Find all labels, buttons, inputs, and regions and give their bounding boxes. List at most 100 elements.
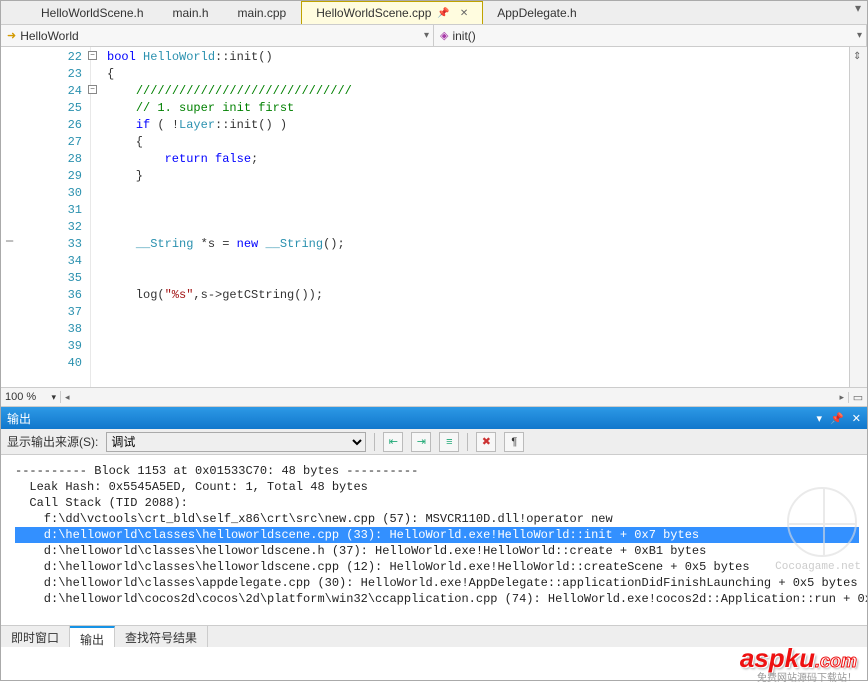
scope-label: HelloWorld bbox=[20, 29, 78, 43]
tab-find-symbol-results[interactable]: 查找符号结果 bbox=[115, 626, 208, 647]
output-line[interactable]: Leak Hash: 0x5545A5ED, Count: 1, Total 4… bbox=[15, 479, 859, 495]
line-number: 25 bbox=[1, 100, 90, 117]
line-number: 26 bbox=[1, 117, 90, 134]
close-icon[interactable]: ✕ bbox=[852, 412, 861, 425]
wrap-button[interactable]: ¶ bbox=[504, 432, 524, 452]
split-icon[interactable]: ⇕ bbox=[853, 51, 861, 62]
tab-helloworldscene-h[interactable]: HelloWorldScene.h bbox=[27, 1, 159, 24]
site-slogan: 免费网站源码下载站！ bbox=[757, 669, 857, 684]
code-line[interactable] bbox=[107, 304, 867, 321]
output-line[interactable]: d:\helloworld\classes\helloworldscene.h … bbox=[15, 543, 859, 559]
output-panel-title: 输出 ▾ 📌 ✕ bbox=[1, 407, 867, 429]
watermark-text: Cocoagame.net bbox=[775, 561, 861, 573]
file-tabbar: HelloWorldScene.h main.h main.cpp HelloW… bbox=[1, 1, 867, 25]
tab-overflow-dropdown[interactable]: ▾ bbox=[849, 1, 867, 24]
line-number: 31 bbox=[1, 202, 90, 219]
line-number: 39 bbox=[1, 338, 90, 355]
class-icon: ➜ bbox=[7, 29, 16, 42]
watermark-logo bbox=[787, 487, 857, 557]
arrow-right-icon[interactable]: ▸ bbox=[839, 392, 844, 403]
line-number: 38 bbox=[1, 321, 90, 338]
pin-icon[interactable]: 📌 bbox=[437, 8, 449, 19]
output-source-label: 显示输出来源(S): bbox=[7, 433, 98, 450]
output-line[interactable]: d:\helloworld\classes\helloworldscene.cp… bbox=[15, 559, 859, 575]
code-editor[interactable]: −− 222324252627282930313233−343536373839… bbox=[1, 47, 867, 387]
line-number: 36 bbox=[1, 287, 90, 304]
code-line[interactable]: __String *s = new __String(); bbox=[107, 236, 867, 253]
tab-appdelegate-h[interactable]: AppDelegate.h bbox=[483, 1, 591, 24]
indent-left-button[interactable]: ⇤ bbox=[383, 432, 403, 452]
code-line[interactable]: // 1. super init first bbox=[107, 100, 867, 117]
member-label: init() bbox=[452, 29, 475, 43]
clear-button[interactable]: ✖ bbox=[476, 432, 496, 452]
code-area[interactable]: bool HelloWorld::init(){ ///////////////… bbox=[91, 47, 867, 387]
chevron-down-icon: ▾ bbox=[51, 392, 56, 403]
code-line[interactable] bbox=[107, 321, 867, 338]
output-line[interactable]: ---------- Block 1153 at 0x01533C70: 48 … bbox=[15, 463, 859, 479]
code-line[interactable] bbox=[107, 338, 867, 355]
zoom-value: 100 % bbox=[5, 391, 36, 403]
code-line[interactable] bbox=[107, 270, 867, 287]
output-line[interactable]: d:\helloworld\cocos2d\cocos\2d\platform\… bbox=[15, 591, 859, 607]
bottom-tabbar: 即时窗口 输出 查找符号结果 bbox=[1, 625, 867, 647]
code-line[interactable]: } bbox=[107, 168, 867, 185]
zoom-selector[interactable]: 100 % ▾ bbox=[1, 391, 61, 403]
line-number: 30 bbox=[1, 185, 90, 202]
line-number: 40 bbox=[1, 355, 90, 372]
code-line[interactable]: ////////////////////////////// bbox=[107, 83, 867, 100]
output-line[interactable]: Call Stack (TID 2088): bbox=[15, 495, 859, 511]
line-number: 23 bbox=[1, 66, 90, 83]
tab-helloworldscene-cpp[interactable]: HelloWorldScene.cpp 📌 ✕ bbox=[301, 1, 483, 24]
tab-main-h[interactable]: main.h bbox=[159, 1, 224, 24]
output-title-label: 输出 bbox=[7, 410, 31, 427]
arrow-left-icon[interactable]: ◂ bbox=[65, 392, 70, 403]
fold-toggle[interactable]: − bbox=[88, 51, 97, 60]
code-line[interactable] bbox=[107, 202, 867, 219]
code-line[interactable] bbox=[107, 185, 867, 202]
scope-selector[interactable]: ➜ HelloWorld ▾ bbox=[1, 25, 434, 46]
code-line[interactable]: if ( !Layer::init() ) bbox=[107, 117, 867, 134]
pin-icon[interactable]: 📌 bbox=[830, 412, 844, 425]
breakpoint-margin-mark[interactable]: − bbox=[5, 234, 14, 251]
close-icon[interactable]: ✕ bbox=[460, 8, 468, 19]
line-number: 27 bbox=[1, 134, 90, 151]
output-body[interactable]: Cocoagame.net ---------- Block 1153 at 0… bbox=[1, 455, 867, 625]
chevron-down-icon: ▾ bbox=[424, 30, 429, 41]
align-button[interactable]: ≡ bbox=[439, 432, 459, 452]
tab-main-cpp[interactable]: main.cpp bbox=[224, 1, 302, 24]
line-number-gutter: −− 222324252627282930313233−343536373839… bbox=[1, 47, 91, 387]
tab-immediate-window[interactable]: 即时窗口 bbox=[1, 626, 70, 647]
code-line[interactable] bbox=[107, 253, 867, 270]
code-line[interactable]: { bbox=[107, 134, 867, 151]
window-position-icon[interactable]: ▾ bbox=[817, 412, 823, 425]
indent-right-button[interactable]: ⇥ bbox=[411, 432, 431, 452]
output-source-select[interactable]: 调试 bbox=[106, 432, 366, 452]
line-number: 34 bbox=[1, 253, 90, 270]
output-line[interactable]: f:\dd\vctools\crt_bld\self_x86\crt\src\n… bbox=[15, 511, 859, 527]
code-line[interactable]: { bbox=[107, 66, 867, 83]
line-number: 28 bbox=[1, 151, 90, 168]
code-line[interactable] bbox=[107, 355, 867, 372]
horizontal-scrollbar[interactable]: ◂ ▸ bbox=[61, 392, 849, 403]
method-icon: ◈ bbox=[440, 29, 448, 42]
code-line[interactable] bbox=[107, 219, 867, 236]
tab-output[interactable]: 输出 bbox=[70, 626, 115, 647]
editor-status-strip: 100 % ▾ ◂ ▸ ▭ bbox=[1, 387, 867, 407]
split-view-button[interactable]: ▭ bbox=[849, 391, 867, 404]
line-number: 22 bbox=[1, 49, 90, 66]
code-line[interactable]: return false; bbox=[107, 151, 867, 168]
member-selector[interactable]: ◈ init() ▾ bbox=[434, 25, 867, 46]
navigation-bar: ➜ HelloWorld ▾ ◈ init() ▾ bbox=[1, 25, 867, 47]
line-number: 32 bbox=[1, 219, 90, 236]
line-number: 24 bbox=[1, 83, 90, 100]
line-number: 35 bbox=[1, 270, 90, 287]
fold-toggle[interactable]: − bbox=[88, 85, 97, 94]
chevron-down-icon: ▾ bbox=[857, 30, 862, 41]
output-toolbar: 显示输出来源(S): 调试 ⇤ ⇥ ≡ ✖ ¶ bbox=[1, 429, 867, 455]
code-line[interactable]: bool HelloWorld::init() bbox=[107, 49, 867, 66]
site-brand: aspku.com bbox=[740, 643, 857, 674]
output-line-selected[interactable]: d:\helloworld\classes\helloworldscene.cp… bbox=[15, 527, 859, 543]
code-line[interactable]: log("%s",s->getCString()); bbox=[107, 287, 867, 304]
vertical-scrollbar-track[interactable]: ⇕ bbox=[849, 47, 867, 387]
output-line[interactable]: d:\helloworld\classes\appdelegate.cpp (3… bbox=[15, 575, 859, 591]
